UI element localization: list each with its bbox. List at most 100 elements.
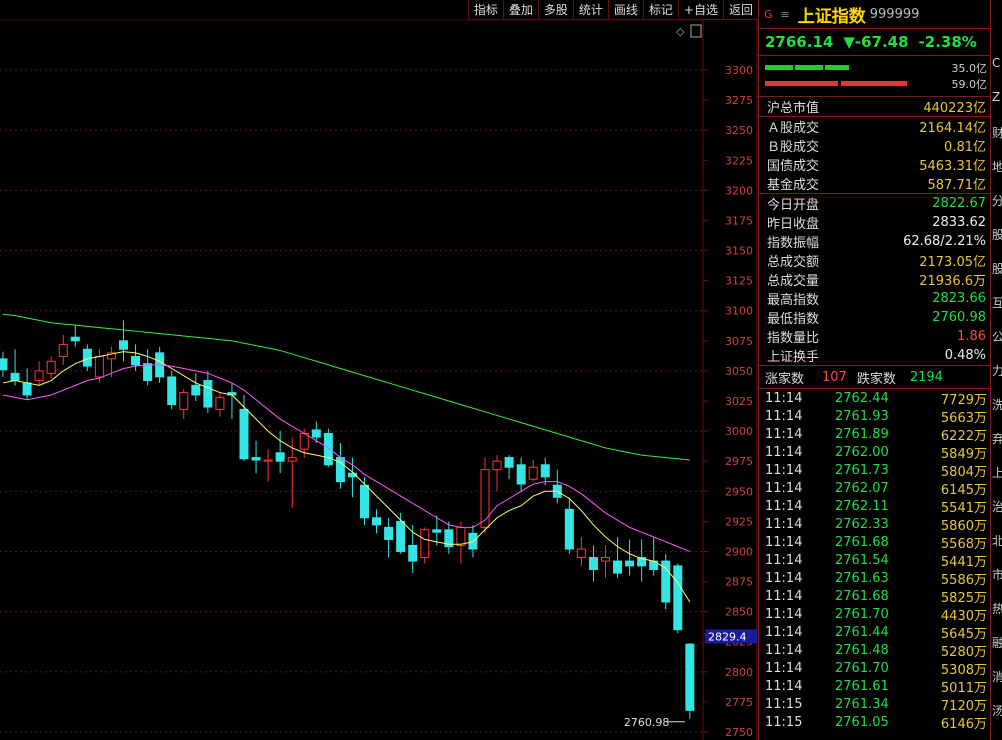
tick-list[interactable]: 11:14 2762.44 7729万 11:14 2761.93 5663万 11:14 2…	[759, 389, 991, 732]
decline-label: 跌家数	[856, 371, 896, 387]
toolbar-stats-button[interactable]: 统计	[572, 0, 608, 20]
stat-value: 2833.62	[932, 215, 986, 230]
edge-char: 弃	[992, 430, 1002, 447]
candle-body	[191, 384, 201, 396]
candle-body	[408, 544, 418, 562]
tick-row[interactable]: 11:14 2761.70 5308万	[759, 659, 991, 678]
tick-volume: 5849万	[940, 446, 987, 462]
tick-row[interactable]: 11:14 2762.07 6145万	[759, 479, 991, 498]
tick-row[interactable]: 11:14 2761.93 5663万	[759, 407, 991, 426]
panel-header: G ≡ 上证指数 999999	[759, 0, 991, 29]
tick-price: 2761.44	[835, 624, 889, 640]
tick-row[interactable]: 11:15 2761.34 7120万	[759, 695, 991, 714]
candle-body	[94, 355, 104, 378]
volume-label: 国债成交	[767, 159, 820, 174]
inflow-bar	[765, 65, 849, 70]
moving-average-line	[2, 364, 691, 552]
tick-volume: 5280万	[940, 644, 987, 660]
tick-price: 2761.54	[835, 552, 889, 568]
tick-time: 11:15	[765, 714, 803, 730]
price-row: 2766.14 ▼-67.48 -2.38%	[759, 29, 991, 56]
menu-icon[interactable]: ≡	[781, 8, 790, 21]
tick-row[interactable]: 11:14 2761.63 5586万	[759, 569, 991, 588]
advance-value: 107	[822, 369, 847, 385]
kline-chart[interactable]: ◇ 3300 3275 3250 3225 3200 3175 3150 3125 3100 307…	[0, 0, 758, 740]
tick-row[interactable]: 11:14 2762.33 5860万	[759, 515, 991, 534]
tick-time: 11:14	[765, 498, 803, 514]
tick-row[interactable]: 11:14 2761.89 6222万	[759, 425, 991, 444]
candle-body	[625, 560, 635, 567]
candle-body	[275, 452, 285, 462]
stat-label: 最高指数	[767, 293, 820, 308]
y-tick-label: 3000	[725, 425, 753, 438]
stat-row: 今日开盘 2822.67	[759, 194, 991, 213]
tick-row[interactable]: 11:14 2761.48 5280万	[759, 641, 991, 660]
low-price-annotation: 2760.98	[624, 716, 670, 729]
stat-value: 2760.98	[932, 310, 986, 325]
candle-body	[0, 358, 8, 371]
candle-body	[685, 643, 695, 711]
outflow-bar	[765, 81, 907, 86]
candle-body	[456, 526, 466, 546]
toolbar-indicator-button[interactable]: 指标	[467, 0, 503, 20]
tick-row[interactable]: 11:14 2761.61 5011万	[759, 677, 991, 696]
current-price-tag-text: 2829.4	[708, 630, 747, 643]
tick-time: 11:14	[765, 516, 803, 532]
panel-toggle-icon	[690, 24, 702, 38]
edge-char: 财	[992, 124, 1002, 141]
tick-time: 11:14	[765, 444, 803, 460]
tick-time: 11:14	[765, 462, 803, 478]
tick-price: 2762.33	[835, 516, 889, 532]
tick-row[interactable]: 11:14 2762.00 5849万	[759, 443, 991, 462]
tick-row[interactable]: 11:14 2762.11 5541万	[759, 497, 991, 516]
tick-row[interactable]: 11:14 2761.70 4430万	[759, 605, 991, 624]
tick-row[interactable]: 11:14 2762.44 7729万	[759, 389, 991, 408]
tick-row[interactable]: 11:14 2761.68 5568万	[759, 533, 991, 552]
candle-body	[203, 380, 213, 408]
tick-volume: 5645万	[940, 626, 987, 642]
toolbar-overlay-button[interactable]: 叠加	[502, 0, 538, 20]
tick-volume: 5011万	[940, 680, 987, 696]
stat-label: 昨日收盘	[767, 217, 820, 232]
tick-row[interactable]: 11:14 2761.68 5825万	[759, 587, 991, 606]
stat-value: 1.86	[957, 329, 986, 344]
candle-body	[613, 560, 623, 574]
y-tick-label: 2775	[725, 696, 753, 709]
edge-char: 北	[992, 532, 1002, 549]
candle-body	[46, 360, 56, 374]
tick-row[interactable]: 11:14 2761.44 5645万	[759, 623, 991, 642]
toolbar-mark-button[interactable]: 标记	[642, 0, 678, 20]
toolbar-draw-line-button[interactable]: 画线	[607, 0, 643, 20]
y-tick-label: 2900	[725, 545, 753, 558]
tick-row[interactable]: 11:14 2761.54 5441万	[759, 551, 991, 570]
stat-value: 2823.66	[932, 291, 986, 306]
tick-price: 2762.07	[835, 480, 889, 496]
right-edge-panel: C Z 财地分股股互公力洗弃上治北市热融消汤	[990, 0, 1002, 740]
stat-label: 今日开盘	[767, 198, 820, 213]
tick-price: 2761.93	[835, 408, 889, 424]
tick-row[interactable]: 11:14 2761.73 5804万	[759, 461, 991, 480]
y-tick-label: 3050	[725, 365, 753, 378]
tick-time: 11:14	[765, 678, 803, 694]
volume-section: Ａ股成交 2164.14亿 Ｂ股成交 0.81亿 国债成交 5463.31亿 基金成交 587…	[759, 117, 991, 194]
toolbar-add-watchlist-button[interactable]: +自选	[677, 0, 723, 20]
stats-section: 今日开盘 2822.67 昨日收盘 2833.62 指数振幅 62.68/2.21% 总成交…	[759, 194, 991, 366]
tick-row[interactable]: 11:15 2761.05 6146万	[759, 713, 991, 732]
y-tick-label: 3225	[725, 154, 753, 167]
toolbar-multi-stock-button[interactable]: 多股	[537, 0, 573, 20]
candle-body	[588, 556, 598, 571]
market-cap-value: 440223亿	[923, 101, 986, 116]
kline-chart-area[interactable]: ◇ 3300 3275 3250 3225 3200 3175 3150 3125 3100 307…	[0, 0, 758, 740]
candle-body	[323, 432, 333, 466]
y-tick-label: 2925	[725, 515, 753, 528]
y-tick-label: 3150	[725, 245, 753, 258]
volume-label: Ｂ股成交	[767, 140, 820, 155]
tick-price: 2761.70	[835, 660, 889, 676]
candle-body	[540, 464, 550, 478]
candle-body	[372, 517, 382, 526]
tick-time: 11:14	[765, 606, 803, 622]
candle-body	[480, 469, 490, 528]
candle-body	[432, 529, 442, 533]
tick-volume: 6222万	[940, 428, 987, 444]
toolbar-back-button[interactable]: 返回	[722, 0, 758, 20]
